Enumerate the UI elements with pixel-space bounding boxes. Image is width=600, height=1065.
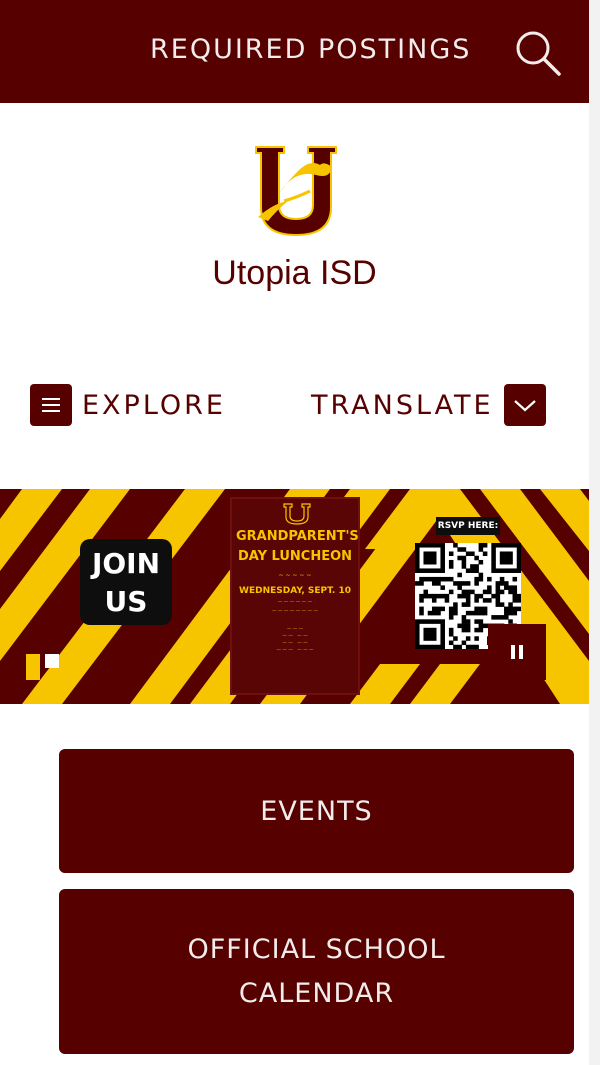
explore-label: EXPLORE <box>82 389 226 421</box>
slide-dot-2[interactable] <box>45 654 59 668</box>
luncheon-poster: GRANDPARENT'S DAY LUNCHEON ~ ~ ~ ~ ~ WED… <box>230 497 360 695</box>
rsvp-label: RSVP HERE: <box>436 517 500 535</box>
translate-label: TRANSLATE <box>311 389 494 421</box>
hamburger-icon <box>30 384 72 426</box>
chevron-down-icon <box>503 384 546 426</box>
site-name[interactable]: Utopia ISD <box>0 254 589 293</box>
explore-menu-button[interactable]: EXPLORE <box>30 384 226 426</box>
banner-slideshow[interactable]: JOIN US GRANDPARENT'S DAY LUNCHEON ~ ~ ~… <box>0 489 589 704</box>
poster-title: GRANDPARENT'S DAY LUNCHEON <box>236 529 359 564</box>
join-us-badge: JOIN US <box>80 539 172 625</box>
official-school-calendar-button[interactable]: OFFICIAL SCHOOL CALENDAR <box>59 889 574 1054</box>
district-logo[interactable] <box>254 145 338 237</box>
pause-button[interactable] <box>488 624 546 680</box>
poster-schedule: — — — — — — — — — — — — — — — — — <box>276 627 314 653</box>
translate-button[interactable]: TRANSLATE <box>311 384 546 426</box>
slide-dot-1[interactable] <box>26 654 40 680</box>
pause-icon <box>511 645 523 659</box>
scrollbar-track[interactable] <box>589 0 600 1065</box>
search-icon[interactable] <box>512 28 562 78</box>
events-button[interactable]: EVENTS <box>59 749 574 873</box>
poster-line: — — — — — — <box>277 600 313 605</box>
poster-date: WEDNESDAY, SEPT. 10 <box>239 586 351 596</box>
slide-indicators <box>26 654 59 680</box>
poster-script-text: ~ ~ ~ ~ ~ <box>278 572 312 579</box>
top-bar: REQUIRED POSTINGS <box>0 0 589 103</box>
poster-line: — — — — — — — — <box>271 609 318 614</box>
join-line-2: US <box>104 585 148 618</box>
poster-logo-icon <box>283 503 311 525</box>
join-line-1: JOIN <box>91 547 161 580</box>
required-postings-link[interactable]: REQUIRED POSTINGS <box>150 34 471 65</box>
